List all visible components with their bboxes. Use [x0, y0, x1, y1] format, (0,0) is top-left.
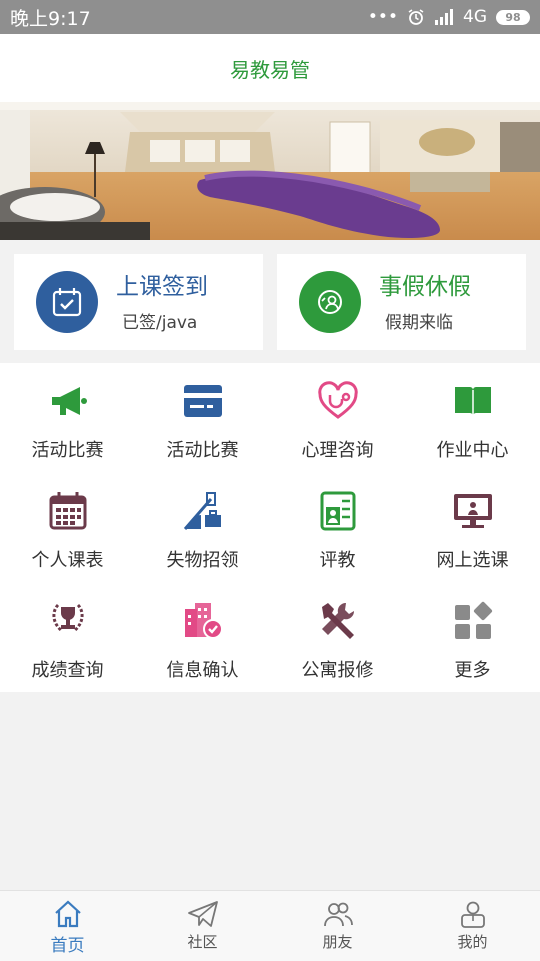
profile-icon: [460, 901, 485, 928]
leave-subtitle: 假期来临: [385, 312, 453, 333]
grid-label: 评教: [319, 550, 356, 571]
grid-item-lost-found[interactable]: 失物招领: [135, 473, 270, 583]
grid-item-counseling[interactable]: 心理咨询: [270, 363, 405, 473]
grid-item-grades[interactable]: 成绩查询: [0, 583, 135, 693]
grid-label: 信息确认: [166, 660, 239, 681]
trophy-icon: [51, 603, 84, 633]
tab-community[interactable]: 社区: [135, 891, 270, 961]
evaluation-icon: [320, 491, 355, 531]
grid-label: 心理咨询: [301, 440, 374, 461]
leave-card[interactable]: 事假休假 假期来临: [277, 254, 526, 350]
grid-label: 公寓报修: [301, 660, 374, 681]
banner-lobby-image: [0, 102, 540, 240]
bottom-tab-bar: 首页 社区 朋友 我的: [0, 890, 540, 961]
quick-actions: 上课签到 已签/java 事假休假 假期来临: [0, 240, 540, 363]
tab-home[interactable]: 首页: [0, 891, 135, 961]
home-icon: [54, 900, 81, 928]
grid-item-activity-2[interactable]: 活动比赛: [135, 363, 270, 473]
tools-icon: [321, 602, 354, 639]
alarm-icon: [408, 9, 424, 25]
grid-item-repair[interactable]: 公寓报修: [270, 583, 405, 693]
grid-label: 活动比赛: [31, 440, 104, 461]
grid-label: 成绩查询: [31, 660, 104, 681]
grid-item-info-confirm[interactable]: 信息确认: [135, 583, 270, 693]
battery-icon: 98: [496, 9, 530, 25]
checkin-card[interactable]: 上课签到 已签/java: [14, 254, 263, 350]
calendar-icon: [49, 492, 86, 530]
leave-title: 事假休假: [379, 273, 471, 300]
grid-label: 失物招领: [166, 550, 239, 571]
grid-label: 个人课表: [31, 550, 104, 571]
tab-label: 社区: [187, 933, 218, 951]
grid-item-homework[interactable]: 作业中心: [405, 363, 540, 473]
tab-label: 首页: [50, 936, 85, 956]
grid-label: 活动比赛: [166, 440, 239, 461]
lost-found-icon: [183, 492, 221, 530]
grid-item-more[interactable]: 更多: [405, 583, 540, 693]
calendar-check-icon: [36, 271, 98, 333]
feature-grid: 活动比赛 活动比赛 心理咨询 作业中心 个人课表 失物招领 评教 网上选课 成绩…: [0, 363, 540, 692]
card-icon: [183, 385, 222, 417]
grid-item-evaluation[interactable]: 评教: [270, 473, 405, 583]
grid-label: 更多: [454, 660, 491, 681]
signal-icon: [435, 9, 453, 25]
app-header: 易教易管: [0, 34, 540, 102]
network-type: 4G: [463, 7, 487, 27]
building-check-icon: [184, 603, 223, 639]
friends-icon: [323, 902, 353, 927]
page-title: 易教易管: [230, 57, 310, 82]
grid-item-activity[interactable]: 活动比赛: [0, 363, 135, 473]
paper-plane-icon: [187, 901, 218, 927]
banner-carousel[interactable]: [0, 102, 540, 240]
checkin-title: 上课签到: [116, 273, 208, 300]
person-leave-icon: [299, 271, 361, 333]
more-dots-icon: •••: [367, 7, 398, 27]
status-time: 晚上9:17: [10, 7, 91, 30]
tab-label: 朋友: [322, 933, 353, 951]
tab-label: 我的: [457, 933, 488, 951]
grid-label: 作业中心: [436, 440, 509, 461]
checkin-subtitle: 已签/java: [122, 312, 198, 333]
grid-item-timetable[interactable]: 个人课表: [0, 473, 135, 583]
status-bar: 晚上9:17 ••• 4G 98: [0, 0, 540, 34]
tab-profile[interactable]: 我的: [405, 891, 540, 961]
book-icon: [454, 387, 491, 416]
grid-item-course-selection[interactable]: 网上选课: [405, 473, 540, 583]
grid-label: 网上选课: [436, 550, 509, 571]
heart-stethoscope-icon: [317, 381, 358, 419]
status-icons: ••• 4G 98: [368, 7, 530, 27]
monitor-icon: [453, 494, 492, 528]
tab-friends[interactable]: 朋友: [270, 891, 405, 961]
more-icon: [454, 601, 492, 639]
megaphone-icon: [51, 387, 87, 415]
